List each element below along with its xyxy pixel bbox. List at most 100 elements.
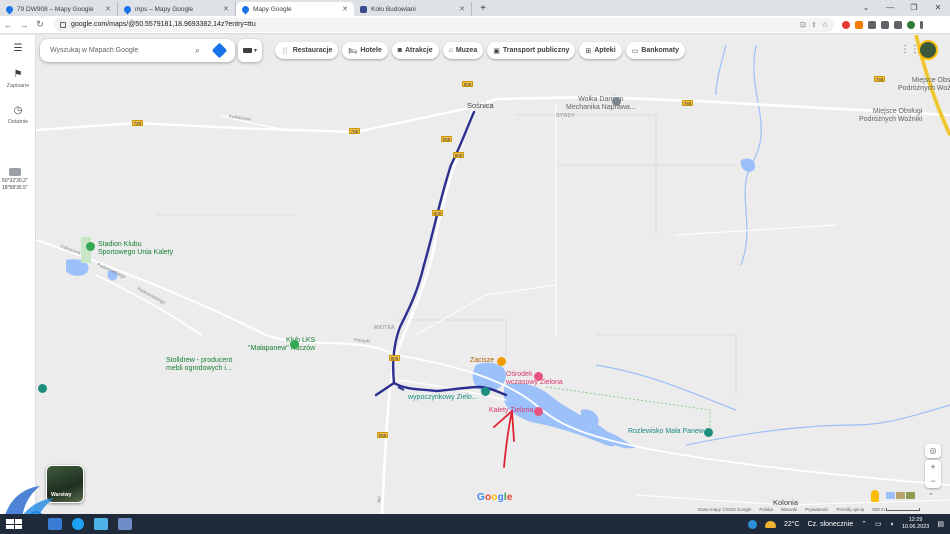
clock-date: 10.06.2023 [901,524,930,530]
chrome-taskbar-icon[interactable] [72,518,84,530]
browser-tab-1[interactable]: 79 DW908 – Mapy Google ✕ [0,2,118,16]
poi-line: wczasowy Zielona [506,379,563,386]
back-button[interactable]: ← [0,20,16,30]
zoom-in-button[interactable]: + [925,460,941,474]
road-shield: 908 [432,210,443,216]
reload-button[interactable]: ↻ [32,19,48,30]
tray-chevron-icon[interactable]: ⌃ [861,520,867,528]
address-bar[interactable]: google.com/maps/@50.5579181,18.9693382,1… [54,17,834,32]
clock[interactable]: 12:29 10.06.2023 [902,517,930,531]
account-avatar[interactable] [918,40,938,60]
close-window-button[interactable]: ✕ [926,0,950,16]
search-input[interactable] [50,47,189,54]
sidebar-icon[interactable] [894,20,902,29]
nature-pin-icon[interactable] [704,428,713,437]
chip-pharmacies[interactable]: ⊞ Apteki [579,42,622,59]
browser-tab-3[interactable]: Mapy Google ✕ [236,2,354,16]
lodging-pin-icon[interactable] [534,372,543,381]
poi-wolka-damian[interactable]: Wolka Damian Mechanika Naprawa... [566,96,636,112]
poi-stadion[interactable]: Stadion Klubu Sportowego Unia Kalety [98,241,173,257]
poi-wypoczynkowy[interactable]: wypoczynkowy Zielo... [408,394,478,401]
puzzle-extensions-icon[interactable] [881,20,889,29]
poi-rozlewisko[interactable]: Rozlewisko Mała Panew [628,428,704,435]
volume-icon[interactable]: ◖ [890,521,894,528]
zoom-out-button[interactable]: − [925,474,941,488]
area-label-dyrdy: DYRDY [556,113,576,119]
stadium-pin-icon[interactable] [86,242,95,251]
chip-atms[interactable]: ▭ Bankomaty [625,42,686,59]
poi-stolldrew[interactable]: Stolldrew - producent mebli ogrodowych i.… [166,357,232,373]
poi-zacisze[interactable]: Zacisze [470,357,494,364]
poi-klub-lks[interactable]: Klub LKS "Małapanew" Kuczów [248,337,315,353]
saved-button[interactable]: ⚑ Zapisane [0,69,36,89]
tab-search-icon[interactable]: ⌄ [854,0,878,16]
close-tab-icon[interactable]: ✕ [342,5,348,13]
shield-extension-icon[interactable] [868,20,876,29]
chip-restaurants[interactable]: 🍴 Restauracje [275,42,339,59]
chip-attractions[interactable]: ◙ Atrakcje [391,42,439,59]
windows-start-icon[interactable] [6,519,22,529]
bookmark-star-icon[interactable]: ☆ [822,21,828,29]
menu-dots-icon[interactable] [920,20,923,29]
globe-tile-icon[interactable] [906,492,915,499]
new-tab-button[interactable]: + [476,2,490,16]
recent-button[interactable]: ◷ Ostatnie [0,105,36,125]
park-pin-icon[interactable] [481,387,490,396]
share-icon[interactable]: ⇪ [811,21,817,29]
street-view-pegman-icon[interactable] [871,490,879,502]
footer-link-polska[interactable]: Polska [759,507,773,512]
directions-icon[interactable] [211,42,228,59]
tab-title: Mapy Google [253,5,292,13]
explorer-taskbar-icon[interactable] [48,518,62,530]
app-taskbar-icon[interactable] [118,518,132,530]
key-extension-icon[interactable] [855,20,863,29]
my-location-button[interactable]: ◎ [925,444,941,458]
town-label-kolonia[interactable]: Kolonia [773,498,798,507]
maximize-button[interactable]: ❐ [902,0,926,16]
scale-indicator[interactable]: 500 m [872,507,921,512]
browser-tab-4[interactable]: Koło Budowlani ✕ [354,2,472,16]
map-data-credit: Dane mapy ©2023 Google [698,507,752,512]
coords-lat: 50°32'30.2" [2,178,28,184]
service-pin-icon[interactable] [612,97,621,106]
recent-place-coords[interactable]: 50°32'30.2" 18°58'36.5" [2,168,28,192]
install-icon[interactable]: ⊡ [800,21,806,29]
profile-avatar-icon[interactable] [907,20,915,29]
footer-link-terms[interactable]: Warunki [781,507,797,512]
opera-extension-icon[interactable] [842,20,850,29]
weather-icon[interactable] [764,520,776,528]
weather-text[interactable]: Cz. słonecznie [808,521,854,528]
chip-hotels[interactable]: 🛏 Hotele [342,42,388,59]
satellite-tile-icon[interactable] [896,492,905,499]
chip-transit[interactable]: ▣ Transport publiczny [487,42,576,59]
terrain-tile-icon[interactable] [886,492,895,499]
poi-mop-2[interactable]: Miejsce Obsługi Podróżnych Woźniki [859,108,922,124]
defender-tray-icon[interactable] [747,519,757,529]
browser-tab-2[interactable]: mps – Mapy Google ✕ [118,2,236,16]
poi-kalety-zielona[interactable]: Kalety Zielona [489,407,533,414]
map-canvas[interactable]: Sośnica Wolka Damian Mechanika Naprawa...… [36,35,950,514]
close-tab-icon[interactable]: ✕ [223,5,229,13]
camera-icon: ◙ [397,47,402,54]
expand-icon[interactable]: ⌃ [928,492,934,500]
park-pin-icon[interactable] [38,384,47,393]
food-pin-icon[interactable] [497,357,506,366]
menu-button[interactable]: ☰ [0,43,36,57]
search-icon[interactable]: ⌕ [195,45,200,56]
town-label-sosnica[interactable]: Sośnica [467,101,494,110]
network-icon[interactable]: ▭ [875,520,882,528]
poi-mop-1[interactable]: Miejsce ObsługiPodróżnych Woźniki [898,77,950,93]
notifications-icon[interactable]: ▤ [937,520,944,528]
minimize-button[interactable]: — [878,0,902,16]
close-tab-icon[interactable]: ✕ [459,5,465,13]
map-style-button[interactable]: ▾ [238,39,262,62]
forward-button[interactable]: → [16,20,32,30]
chip-museums[interactable]: ⌂ Muzea [442,42,484,59]
app-taskbar-icon[interactable] [94,518,108,530]
close-tab-icon[interactable]: ✕ [105,5,111,13]
footer-link-feedback[interactable]: Prześlij opinię [836,507,864,512]
lodging-pin-icon[interactable] [534,407,543,416]
park-pin-icon[interactable] [290,340,299,349]
footer-link-privacy[interactable]: Prywatność [805,507,828,512]
temperature[interactable]: 22°C [784,521,800,528]
